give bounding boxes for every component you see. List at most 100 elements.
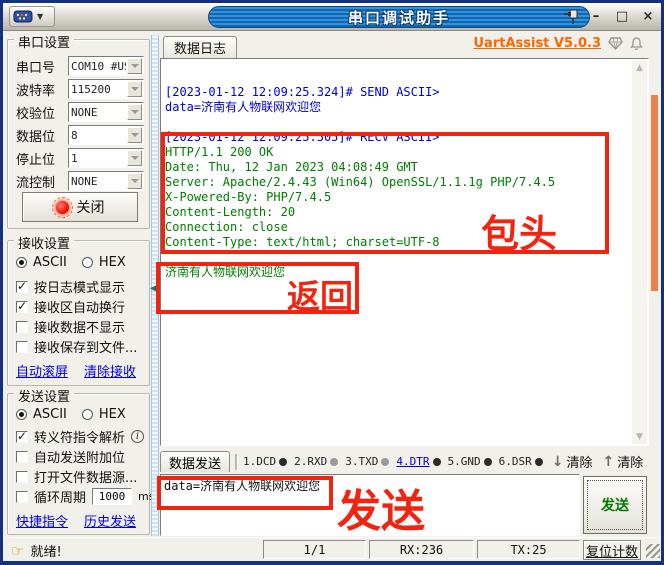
port-select[interactable]: COM10 #US [68,56,144,76]
bell-icon[interactable] [630,37,643,51]
send-settings-group: 发送设置 ASCII HEX 转义符指令解析i 自动发送附加位 打开文件数据源.… [7,393,150,535]
serial-settings-title: 串口设置 [14,32,74,51]
log-scrollbar[interactable]: ▲ ▼ [632,60,647,444]
clear-receive-button[interactable]: ↓ 清除 [552,452,593,471]
databits-value: 8 [69,129,126,142]
pin-txd-label: 3.TXD [345,455,378,468]
recv-hide-label: 接收数据不显示 [34,317,125,336]
checkbox-icon [16,281,28,293]
send-settings-title: 发送设置 [14,386,74,405]
recv-hide-checkbox[interactable]: 接收数据不显示 [16,317,125,336]
send-hex-radio[interactable]: HEX [82,407,126,422]
checkbox-icon [16,321,28,333]
cycle-period-label: 循环周期 [34,487,86,506]
checkbox-icon [16,341,28,353]
pin-gnd[interactable]: 5.GND [448,455,492,468]
clear-receive-label: 清除 [567,452,593,471]
system-menu-button[interactable]: ▼ [9,6,55,27]
clear-receive-link[interactable]: 清除接收 [84,361,136,380]
red-led-icon [56,201,69,214]
recv-hex-radio[interactable]: HEX [82,255,126,270]
maximize-button[interactable]: □ [613,7,631,25]
cycle-period-input[interactable] [92,488,132,505]
flowctrl-label: 流控制 [16,172,68,191]
recv-autowrap-checkbox[interactable]: 接收区自动换行 [16,297,125,316]
clear-send-button[interactable]: ↑ 清除 [603,452,644,471]
send-button[interactable]: 发送 [583,476,647,534]
annotation-header-label: 包头 [481,215,557,253]
recv-log-mode-checkbox[interactable]: 按日志模式显示 [16,277,125,296]
pin-status-icon [484,458,492,466]
pin-dtr-link[interactable]: 4.DTR [396,455,429,468]
pin-status-icon [433,458,441,466]
parity-select[interactable]: NONE [68,102,144,122]
reset-count-button[interactable]: 复位计数 [583,540,641,560]
pushpin-icon [563,8,581,25]
close-port-label: 关闭 [77,197,105,217]
file-source-checkbox[interactable]: 打开文件数据源... [16,467,137,486]
window-title: 串口调试助手 [348,7,450,28]
close-button[interactable]: × [639,7,657,25]
chevron-down-icon: ▼ [37,12,43,21]
checkbox-icon[interactable] [16,491,28,503]
auto-append-checkbox[interactable]: 自动发送附加位 [16,447,125,466]
tab-data-log[interactable]: 数据日志 [163,36,237,58]
escape-parse-checkbox[interactable]: 转义符指令解析i [16,427,144,446]
minimize-button[interactable]: – [587,7,605,25]
scroll-down-icon[interactable]: ▼ [632,429,647,444]
auto-scroll-link[interactable]: 自动滚屏 [16,361,68,380]
receive-settings-title: 接收设置 [14,233,74,252]
chevron-down-icon[interactable] [127,104,142,120]
send-hex-label: HEX [99,407,126,422]
chevron-down-icon[interactable] [127,81,142,97]
tab-data-log-label: 数据日志 [174,38,226,57]
baud-select[interactable]: 115200 [68,79,144,99]
send-ascii-radio[interactable]: ASCII [16,407,67,422]
title-pill: 串口调试助手 [208,6,590,28]
quick-commands-link[interactable]: 快捷指令 [16,511,68,530]
info-icon[interactable]: i [131,430,144,443]
resize-grip[interactable] [646,544,660,558]
chevron-down-icon[interactable] [127,58,142,74]
send-toolbar: 数据发送 1.DCD 2.RXD 3.TXD 4.DTR 5.GND 6.DSR… [160,450,649,473]
checkbox-icon [16,431,28,443]
pin-button[interactable] [563,8,583,26]
databits-select[interactable]: 8 [68,125,144,145]
pin-status-icon [330,458,338,466]
recv-save-file-label: 接收保存到文件... [34,337,137,356]
log-line [165,115,630,130]
checkbox-icon [16,301,28,313]
history-send-link[interactable]: 历史发送 [84,511,136,530]
recv-log-mode-label: 按日志模式显示 [34,277,125,296]
port-value: COM10 #US [69,60,126,73]
chevron-down-icon[interactable] [127,173,142,189]
radio-icon [82,257,93,268]
chevron-down-icon[interactable] [127,127,142,143]
gem-icon[interactable] [608,37,623,50]
tab-data-send[interactable]: 数据发送 [160,451,230,472]
recv-ascii-radio[interactable]: ASCII [16,255,67,270]
recv-autowrap-label: 接收区自动换行 [34,297,125,316]
parity-label: 校验位 [16,103,68,122]
app-window: ▼ 串口调试助手 – □ × 串口设置 串口号 COM10 #US 波特率 11… [0,0,664,565]
stopbits-select[interactable]: 1 [68,148,144,168]
pin-gnd-label: 5.GND [448,455,481,468]
log-line: data=济南有人物联网欢迎您 [165,100,630,115]
pin-txd[interactable]: 3.TXD [345,455,389,468]
pin-rxd[interactable]: 2.RXD [294,455,338,468]
close-port-button[interactable]: 关闭 [22,192,138,222]
pin-dtr[interactable]: 4.DTR [396,455,440,468]
chevron-down-icon[interactable] [127,150,142,166]
status-bar: ☞ 就绪! 1/1 RX:236 TX:25 复位计数 [3,537,661,561]
baud-value: 115200 [69,83,126,96]
annotation-send-label: 发送 [337,490,425,534]
recv-save-file-checkbox[interactable]: 接收保存到文件... [16,337,137,356]
pin-dcd[interactable]: 1.DCD [243,455,287,468]
receive-settings-group: 接收设置 ASCII HEX 按日志模式显示 接收区自动换行 接收数据不显示 接… [7,240,150,386]
log-line: [2023-01-12 12:09:25.324]# SEND ASCII> [165,85,630,100]
port-label: 串口号 [16,57,68,76]
version-link[interactable]: UartAssist V5.0.3 [474,36,602,51]
pin-dsr[interactable]: 6.DSR [499,455,543,468]
scroll-up-icon[interactable]: ▲ [632,60,647,75]
flowctrl-select[interactable]: NONE [68,171,144,191]
